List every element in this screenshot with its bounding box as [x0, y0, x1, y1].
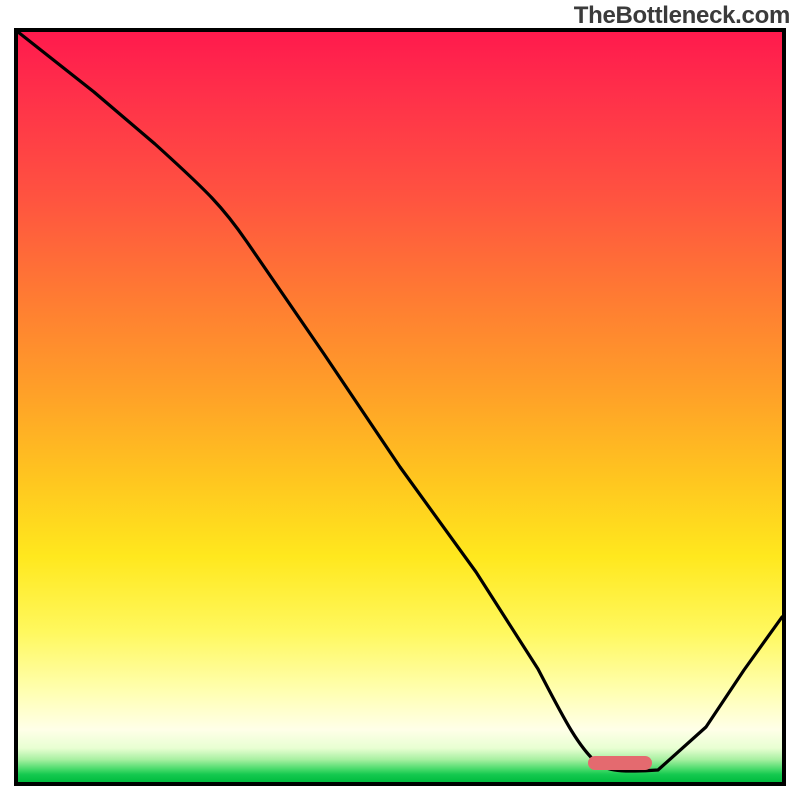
chart-area [18, 32, 782, 782]
bottleneck-curve-path [18, 32, 782, 771]
optimal-range-marker [588, 756, 652, 770]
chart-frame [14, 28, 786, 786]
watermark-text: TheBottleneck.com [574, 2, 790, 30]
chart-line [18, 32, 782, 782]
